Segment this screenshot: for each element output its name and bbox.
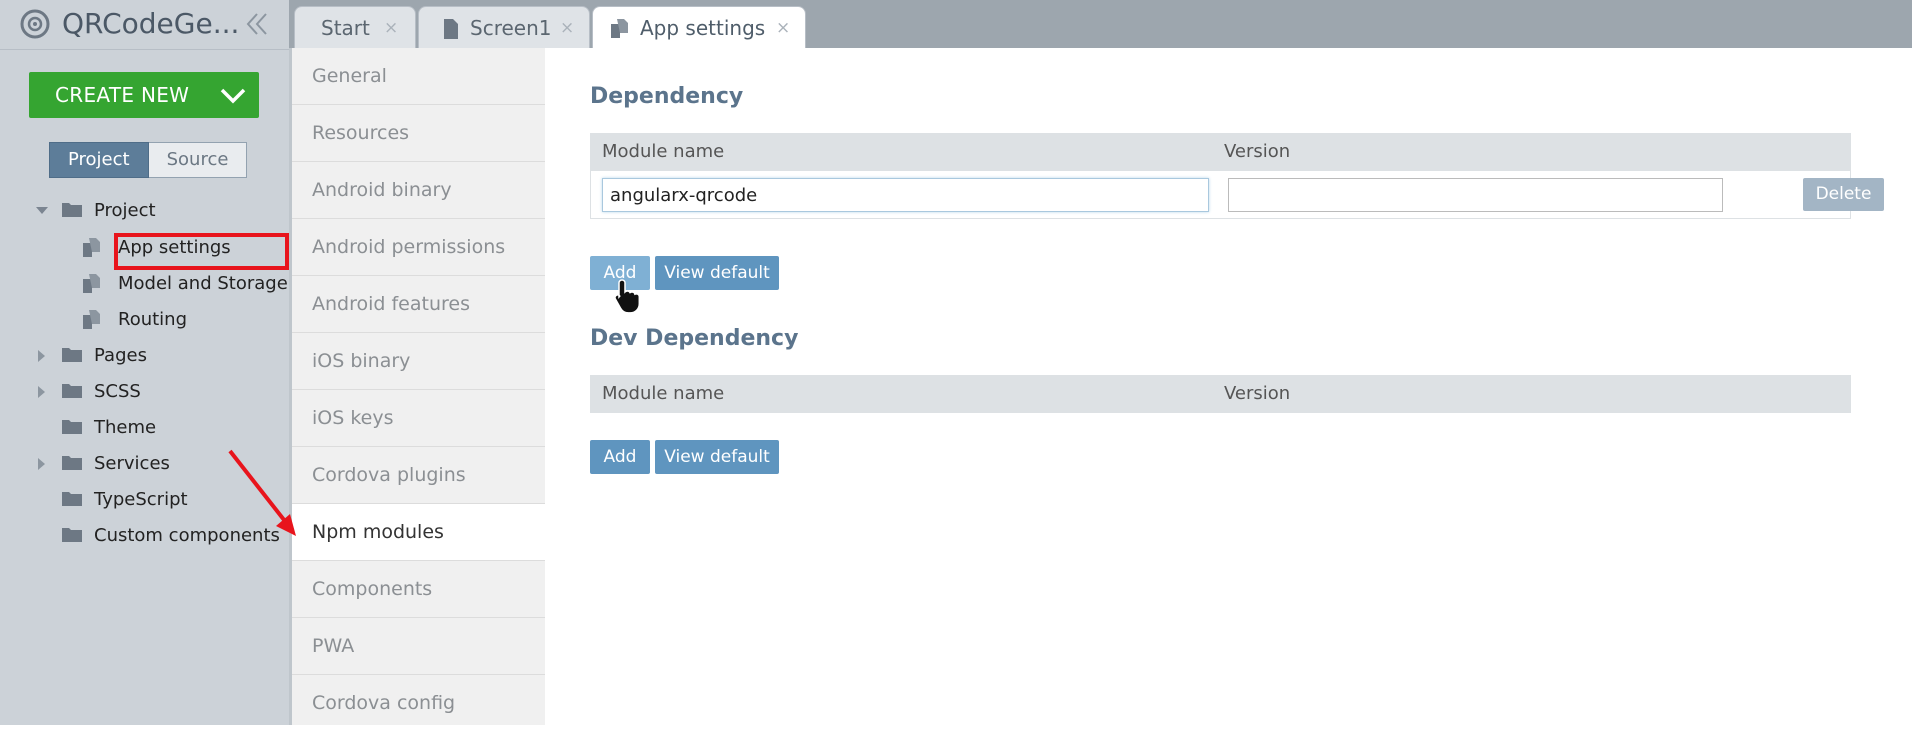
- module-name-input[interactable]: [602, 178, 1209, 212]
- tree-label: Theme: [94, 417, 157, 438]
- tab-start[interactable]: Start ×: [294, 6, 416, 48]
- dev-dependency-title: Dev Dependency: [590, 326, 799, 351]
- dev-dependency-table-header: Module name Version: [590, 375, 1851, 413]
- project-view-toggle[interactable]: Project: [49, 142, 149, 178]
- tree-label: Project: [94, 200, 156, 221]
- caret-right-icon[interactable]: [35, 385, 49, 399]
- tree-item-routing[interactable]: Routing: [0, 305, 289, 335]
- double-chevron-left-icon[interactable]: [244, 11, 270, 37]
- tree-label: Model and Storage: [118, 273, 288, 294]
- tab-bar: Start × Screen1 × App settings ×: [289, 0, 1912, 48]
- tree-item-model-and-storage[interactable]: Model and Storage: [0, 269, 289, 299]
- column-header-version: Version: [1224, 383, 1291, 404]
- column-header-module-name: Module name: [602, 141, 725, 162]
- view-default-dependency-button[interactable]: View default: [655, 256, 779, 290]
- create-new-label: CREATE NEW: [55, 83, 190, 107]
- highlight-annotation: [114, 233, 289, 270]
- version-input[interactable]: [1228, 178, 1723, 212]
- app-logo-icon: [20, 9, 50, 39]
- tab-label: Start: [321, 16, 370, 40]
- settings-document-icon: [611, 19, 628, 38]
- close-icon[interactable]: ×: [384, 18, 398, 38]
- caret-down-icon[interactable]: [35, 204, 49, 218]
- tab-label: App settings: [640, 16, 766, 40]
- source-view-toggle[interactable]: Source: [148, 142, 248, 178]
- chevron-down-icon[interactable]: [219, 85, 247, 105]
- tree-label: Routing: [118, 309, 188, 330]
- folder-icon: [62, 420, 82, 434]
- column-header-version: Version: [1224, 141, 1291, 162]
- tab-label: Screen1: [470, 16, 552, 40]
- settings-document-icon: [83, 238, 100, 257]
- folder-icon: [62, 528, 82, 542]
- settings-document-icon: [83, 310, 100, 329]
- menu-item-android-binary[interactable]: Android binary: [292, 162, 545, 219]
- settings-document-icon: [83, 274, 100, 293]
- close-icon[interactable]: ×: [776, 18, 790, 38]
- view-toggle: Project Source: [49, 142, 248, 178]
- menu-item-android-permissions[interactable]: Android permissions: [292, 219, 545, 276]
- caret-right-icon[interactable]: [35, 457, 49, 471]
- folder-icon: [62, 492, 82, 506]
- tree-label: Pages: [94, 345, 147, 366]
- folder-icon: [62, 456, 82, 470]
- app-title: QRCodeGe...: [62, 7, 240, 40]
- delete-button[interactable]: Delete: [1803, 178, 1884, 211]
- menu-item-general[interactable]: General: [292, 48, 545, 105]
- npm-modules-panel: Dependency Module name Version Delete Ad…: [545, 48, 1912, 725]
- menu-item-cordova-config[interactable]: Cordova config: [292, 675, 545, 725]
- menu-item-resources[interactable]: Resources: [292, 105, 545, 162]
- project-sidebar: QRCodeGe... CREATE NEW Project Source Pr…: [0, 0, 289, 725]
- tree-folder-pages[interactable]: Pages: [0, 341, 289, 371]
- tree-folder-project[interactable]: Project: [0, 196, 289, 226]
- add-dev-dependency-button[interactable]: Add: [590, 440, 650, 474]
- menu-item-android-features[interactable]: Android features: [292, 276, 545, 333]
- close-icon[interactable]: ×: [560, 18, 574, 38]
- folder-icon: [62, 348, 82, 362]
- tree-label: SCSS: [94, 381, 141, 402]
- app-header: QRCodeGe...: [0, 0, 289, 50]
- tree-label: Services: [94, 453, 170, 474]
- caret-right-icon[interactable]: [35, 349, 49, 363]
- menu-item-cordova-plugins[interactable]: Cordova plugins: [292, 447, 545, 504]
- annotation-arrow-icon: [228, 449, 296, 536]
- create-new-button[interactable]: CREATE NEW: [29, 72, 259, 118]
- tree-folder-theme[interactable]: Theme: [0, 413, 289, 443]
- settings-menu: General Resources Android binary Android…: [289, 48, 545, 725]
- menu-item-pwa[interactable]: PWA: [292, 618, 545, 675]
- folder-icon: [62, 203, 82, 217]
- dependency-table-header: Module name Version: [590, 133, 1851, 171]
- hand-cursor-icon: [614, 279, 640, 314]
- menu-item-npm-modules[interactable]: Npm modules: [292, 504, 545, 561]
- dependency-title: Dependency: [590, 84, 744, 109]
- menu-item-ios-binary[interactable]: iOS binary: [292, 333, 545, 390]
- document-icon: [444, 19, 458, 39]
- dependency-row: Delete: [590, 169, 1884, 219]
- menu-item-ios-keys[interactable]: iOS keys: [292, 390, 545, 447]
- tab-screen1[interactable]: Screen1 ×: [418, 6, 590, 48]
- menu-item-components[interactable]: Components: [292, 561, 545, 618]
- folder-icon: [62, 384, 82, 398]
- tree-folder-scss[interactable]: SCSS: [0, 377, 289, 407]
- tab-app-settings[interactable]: App settings ×: [592, 6, 806, 48]
- view-default-dev-dependency-button[interactable]: View default: [655, 440, 779, 474]
- tree-label: TypeScript: [94, 489, 188, 510]
- column-header-module-name: Module name: [602, 383, 725, 404]
